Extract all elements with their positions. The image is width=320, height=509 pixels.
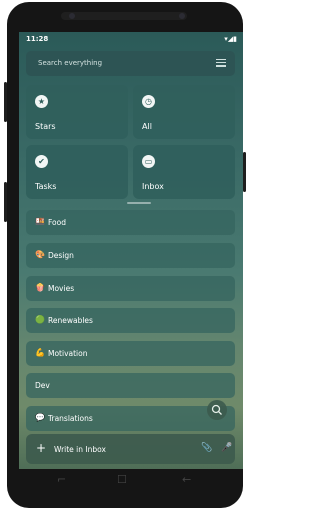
- phone-frame: 11:28 ▾◢▮ Search everything ★ Stars ◷ Al…: [4, 2, 246, 508]
- list-label: Movies: [48, 284, 75, 293]
- sensor-icon: [179, 13, 185, 19]
- palette-icon: 🎨: [35, 250, 45, 259]
- add-icon[interactable]: +: [36, 441, 46, 455]
- inbox-icon: ▭: [142, 155, 155, 168]
- list-item-design[interactable]: 🎨 Design: [26, 243, 235, 268]
- tile-label: Inbox: [142, 182, 164, 191]
- search-fab[interactable]: [207, 400, 227, 420]
- tile-tasks[interactable]: ✔ Tasks: [26, 145, 128, 199]
- side-button-left: [4, 182, 7, 222]
- list-item-dev[interactable]: Dev: [26, 373, 235, 398]
- speaker-grille: [61, 12, 187, 20]
- navigation-bar: ⌐ ☐ ←: [7, 470, 243, 492]
- clock-icon: ◷: [142, 95, 155, 108]
- status-icons: ▾◢▮: [224, 35, 237, 43]
- list-label: Translations: [48, 414, 93, 423]
- back-icon[interactable]: ←: [182, 473, 191, 486]
- list-label: Dev: [35, 381, 50, 390]
- search-placeholder: Search everything: [38, 59, 103, 67]
- list-item-food[interactable]: 🍱 Food: [26, 210, 235, 235]
- speech-bubble-icon: 💬: [35, 413, 45, 422]
- composer[interactable]: + Write in Inbox 📎 🎤: [26, 434, 235, 464]
- popcorn-icon: 🍿: [35, 283, 45, 292]
- list-label: Food: [48, 218, 66, 227]
- list-item-renewables[interactable]: 🟢 Renewables: [26, 308, 235, 333]
- home-icon[interactable]: ☐: [117, 473, 127, 486]
- list-item-movies[interactable]: 🍿 Movies: [26, 276, 235, 301]
- muscle-icon: 💪: [35, 348, 45, 357]
- composer-placeholder[interactable]: Write in Inbox: [54, 445, 106, 454]
- screen: 11:28 ▾◢▮ Search everything ★ Stars ◷ Al…: [19, 32, 243, 469]
- list-item-translations[interactable]: 💬 Translations: [26, 406, 235, 431]
- power-button: [243, 152, 246, 192]
- food-icon: 🍱: [35, 217, 45, 226]
- tile-label: All: [142, 122, 152, 131]
- star-icon: ★: [35, 95, 48, 108]
- tile-label: Tasks: [35, 182, 57, 191]
- tile-all[interactable]: ◷ All: [133, 85, 235, 139]
- recent-apps-icon[interactable]: ⌐: [57, 473, 66, 486]
- volume-button: [4, 82, 7, 122]
- check-icon: ✔: [35, 155, 48, 168]
- attach-icon[interactable]: 📎: [201, 443, 212, 453]
- tile-stars[interactable]: ★ Stars: [26, 85, 128, 139]
- camera-icon: [69, 13, 75, 19]
- menu-icon[interactable]: [216, 59, 226, 67]
- drag-handle[interactable]: [127, 202, 151, 204]
- mic-icon[interactable]: 🎤: [221, 443, 232, 453]
- list-label: Motivation: [48, 349, 88, 358]
- list-label: Renewables: [48, 316, 93, 325]
- list-label: Design: [48, 251, 74, 260]
- tile-label: Stars: [35, 122, 56, 131]
- search-icon: [211, 404, 222, 415]
- tile-inbox[interactable]: ▭ Inbox: [133, 145, 235, 199]
- green-circle-icon: 🟢: [35, 315, 45, 324]
- search-bar[interactable]: Search everything: [26, 51, 235, 76]
- list-item-motivation[interactable]: 💪 Motivation: [26, 341, 235, 366]
- status-time: 11:28: [26, 35, 49, 43]
